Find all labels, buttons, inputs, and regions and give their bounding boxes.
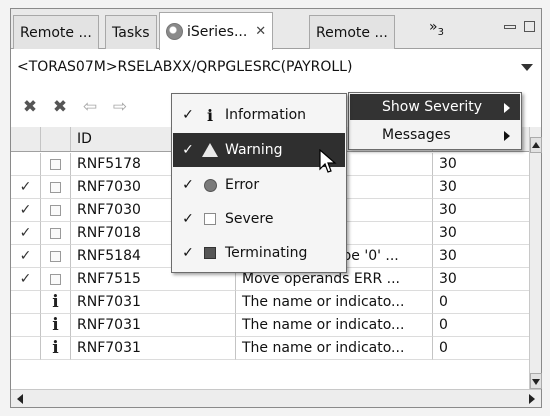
row-id: RNF7031 <box>71 337 236 360</box>
menu-item-label: Information <box>225 107 307 123</box>
row-severity: 30 <box>433 176 529 199</box>
row-message: The name or indicato... <box>236 314 433 337</box>
menu-item-severe[interactable]: ✓ Severe <box>173 202 345 236</box>
row-severity: 30 <box>433 199 529 222</box>
severe-icon <box>204 213 216 225</box>
check-icon: ✓ <box>182 107 194 123</box>
tab-label: Remote ... <box>20 24 92 41</box>
checkbox-icon <box>50 250 61 262</box>
menu-item-label: Severe <box>225 211 274 227</box>
horizontal-scrollbar[interactable] <box>11 389 541 407</box>
scroll-up-button[interactable] <box>530 137 542 153</box>
iseries-icon <box>166 23 183 40</box>
check-icon: ✓ <box>182 177 194 193</box>
row-severity: 0 <box>433 337 529 360</box>
checkbox-icon <box>50 158 61 170</box>
tab-remote-1[interactable]: Remote ... <box>13 15 99 49</box>
menu-item-label: Error <box>225 177 260 193</box>
close-tab-icon[interactable]: ✕ <box>255 24 266 39</box>
tab-tasks[interactable]: Tasks <box>105 15 157 49</box>
warning-icon <box>202 143 218 157</box>
menu-item-label: Terminating <box>225 245 308 261</box>
overflow-count: 3 <box>437 26 444 38</box>
checkbox-icon <box>50 273 61 285</box>
menu-item-label: Show Severity <box>382 99 483 115</box>
remove-all-icon[interactable]: ✖ <box>51 97 69 117</box>
row-check: ✓ <box>19 202 32 218</box>
mouse-cursor-icon <box>319 149 337 173</box>
checkbox-icon <box>50 204 61 216</box>
menu-item-messages[interactable]: Messages <box>350 122 520 148</box>
row-check: ✓ <box>19 248 32 264</box>
tab-remote-2[interactable]: Remote ... <box>309 15 395 49</box>
row-severity: 0 <box>433 314 529 337</box>
row-severity: 30 <box>433 268 529 291</box>
tab-bar: Remote ... Tasks iSeries... ✕ Remote ...… <box>11 9 541 50</box>
overflow-chevron-icon: » <box>429 19 438 35</box>
table-row[interactable]: i RNF7031 The name or indicato... 0 <box>11 291 529 314</box>
back-arrow-icon[interactable]: ⇦ <box>81 97 99 117</box>
table-row[interactable]: i RNF7031 The name or indicato... 0 <box>11 337 529 360</box>
column-header-type[interactable] <box>41 127 71 151</box>
scroll-right-icon[interactable] <box>529 394 535 404</box>
menu-item-information[interactable]: ✓ i Information <box>173 98 345 132</box>
row-id: RNF7031 <box>71 314 236 337</box>
info-icon: i <box>206 105 214 125</box>
row-message: The name or indicato... <box>236 291 433 314</box>
view-menu-icon[interactable] <box>521 64 533 71</box>
context-menu: Show Severity Messages <box>348 92 522 150</box>
row-severity: 30 <box>433 153 529 176</box>
row-check: ✓ <box>19 179 32 195</box>
vertical-scrollbar[interactable] <box>529 127 542 389</box>
row-severity: 30 <box>433 245 529 268</box>
menu-item-show-severity[interactable]: Show Severity <box>350 94 520 120</box>
error-list-view: Remote ... Tasks iSeries... ✕ Remote ...… <box>10 8 542 408</box>
view-controls <box>504 21 535 32</box>
submenu-arrow-icon <box>504 131 510 141</box>
row-severity: 30 <box>433 222 529 245</box>
scroll-down-button[interactable] <box>530 373 542 389</box>
scroll-left-icon[interactable] <box>17 394 23 404</box>
checkbox-icon <box>50 227 61 239</box>
table-row[interactable]: i RNF7031 The name or indicato... 0 <box>11 314 529 337</box>
check-icon: ✓ <box>182 142 194 158</box>
row-id: RNF7031 <box>71 291 236 314</box>
info-icon: i <box>52 338 59 358</box>
maximize-icon[interactable] <box>524 21 535 32</box>
error-icon <box>203 178 217 192</box>
menu-item-label: Warning <box>225 142 283 158</box>
source-member-path: <TORAS07M>RSELABXX/QRPGLESRC(PAYROLL) <box>11 50 541 84</box>
checkbox-icon <box>50 181 61 193</box>
column-header-status[interactable] <box>11 127 41 151</box>
row-check: ✓ <box>19 271 32 287</box>
menu-item-label: Messages <box>382 127 451 143</box>
minimize-icon[interactable] <box>504 25 516 29</box>
tab-label: Remote ... <box>316 24 388 41</box>
menu-item-terminating[interactable]: ✓ Terminating <box>173 236 345 270</box>
forward-arrow-icon[interactable]: ⇨ <box>111 97 129 117</box>
path-text: <TORAS07M>RSELABXX/QRPGLESRC(PAYROLL) <box>17 59 353 75</box>
severity-submenu: ✓ i Information ✓ Warning ✓ Error ✓ Seve… <box>171 93 347 273</box>
terminating-icon <box>204 247 216 259</box>
row-message: The name or indicato... <box>236 337 433 360</box>
remove-icon[interactable]: ✖ <box>21 97 39 117</box>
row-check: ✓ <box>19 225 32 241</box>
info-icon: i <box>52 315 59 335</box>
tab-overflow-button[interactable]: »3 <box>429 19 444 38</box>
check-icon: ✓ <box>182 245 194 261</box>
submenu-arrow-icon <box>504 103 510 113</box>
tab-iseries-errors[interactable]: iSeries... ✕ <box>159 12 274 50</box>
tab-label: Tasks <box>112 24 150 41</box>
row-severity: 0 <box>433 291 529 314</box>
tab-label: iSeries... <box>187 23 248 40</box>
info-icon: i <box>52 292 59 312</box>
check-icon: ✓ <box>182 211 194 227</box>
